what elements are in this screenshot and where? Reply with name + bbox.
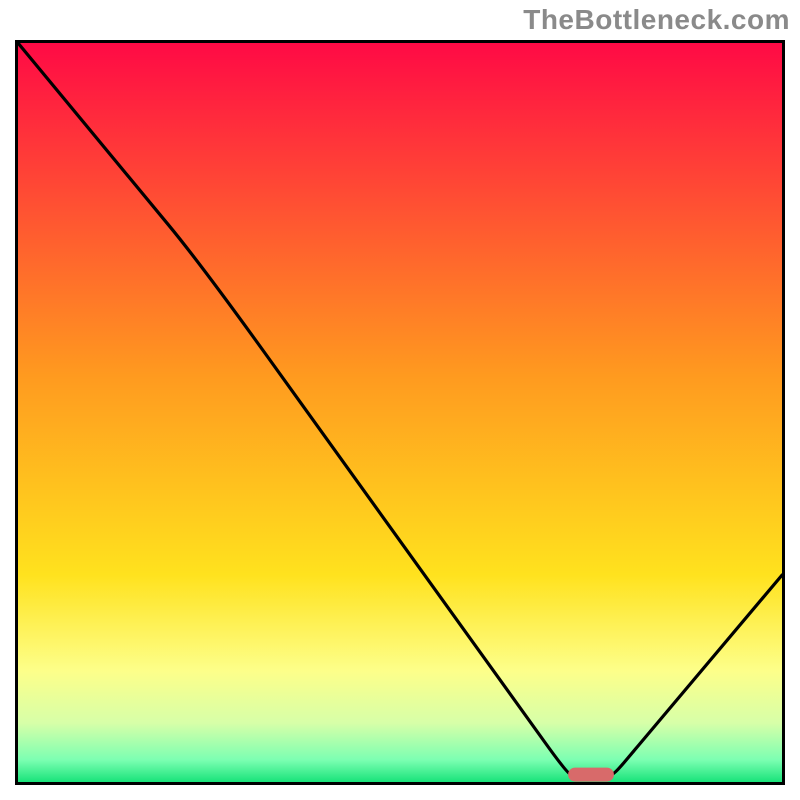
sweet-spot-marker xyxy=(568,768,614,782)
chart-svg xyxy=(15,40,785,785)
watermark-text: TheBottleneck.com xyxy=(523,4,790,36)
plot-area xyxy=(15,40,785,785)
gradient-rect xyxy=(18,43,782,782)
chart-stage: TheBottleneck.com xyxy=(0,0,800,800)
